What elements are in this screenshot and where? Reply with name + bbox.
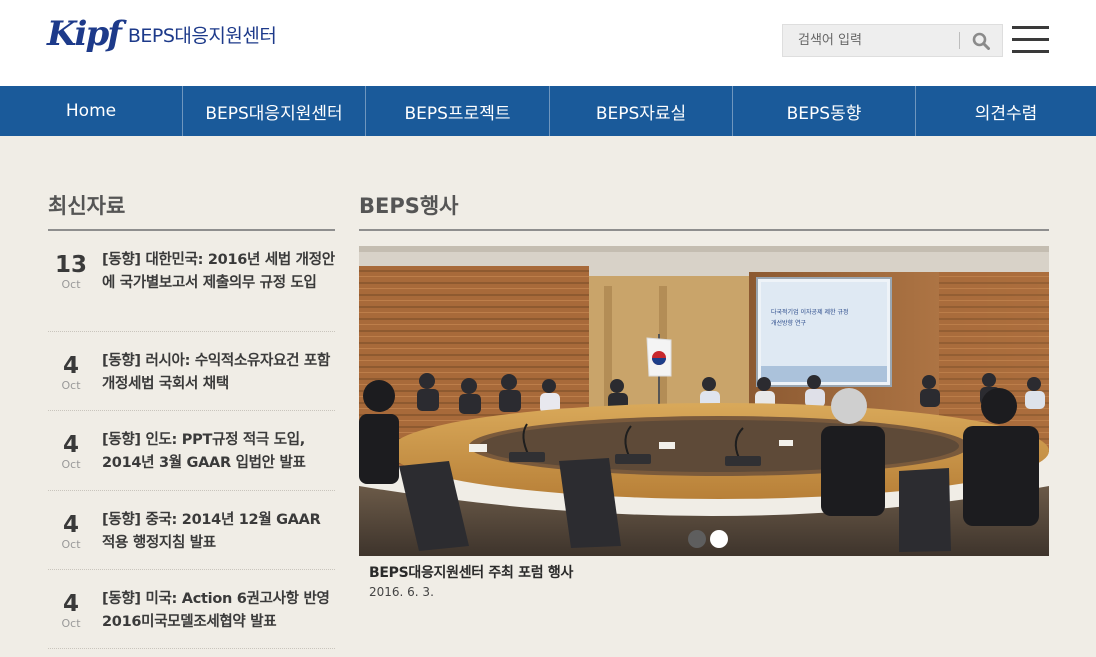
slide-dot-2-active[interactable]: [710, 530, 728, 548]
nav-item-home[interactable]: Home: [0, 86, 183, 136]
nav-item-beps-project[interactable]: BEPS프로젝트: [366, 86, 550, 136]
news-item[interactable]: 4 Oct [동향] 중국: 2014년 12월 GAAR 적용 행정지침 발표: [48, 491, 335, 570]
nav-item-beps-center[interactable]: BEPS대응지원센터: [183, 86, 366, 136]
news-title-link[interactable]: [동향] 미국: Action 6권고사항 반영 2016미국모델조세협약 발표: [102, 588, 335, 634]
news-day: 4: [62, 353, 79, 379]
kipf-logo-mark: Kipf: [47, 14, 122, 54]
site-header: Kipf BEPS대응지원센터: [0, 0, 1096, 86]
events-title-rule: [359, 229, 1049, 231]
news-date: 13 Oct: [48, 252, 94, 292]
event-caption-date: 2016. 6. 3.: [369, 585, 434, 599]
conference-room-photo: 다국적기업 이자공제 제한 규정 개선방향 연구: [359, 246, 1049, 556]
latest-news-list: 13 Oct [동향] 대한민국: 2016년 세법 개정안에 국가별보고서 제…: [48, 231, 335, 649]
news-date: 4 Oct: [48, 432, 94, 472]
news-title-link[interactable]: [동향] 인도: PPT규정 적극 도입, 2014년 3월 GAAR 입법안 …: [102, 429, 335, 475]
news-day: 4: [62, 512, 79, 538]
nav-item-beps-trends[interactable]: BEPS동향: [733, 86, 916, 136]
search-icon: [972, 32, 990, 50]
slide-dot-1[interactable]: [688, 530, 706, 548]
events-section-title: BEPS행사: [359, 194, 459, 218]
news-month: Oct: [61, 458, 81, 471]
screen-line-1: 다국적기업 이자공제 제한 규정: [771, 308, 848, 316]
news-month: Oct: [61, 617, 81, 630]
news-item[interactable]: 4 Oct [동향] 러시아: 수익적소유자요건 포함 개정세법 국회서 채택: [48, 332, 335, 411]
site-logo[interactable]: Kipf BEPS대응지원센터: [47, 14, 277, 54]
main-nav: Home BEPS대응지원센터 BEPS프로젝트 BEPS자료실 BEPS동향 …: [0, 86, 1096, 136]
nav-item-opinion[interactable]: 의견수렴: [916, 86, 1096, 136]
news-item[interactable]: 13 Oct [동향] 대한민국: 2016년 세법 개정안에 국가별보고서 제…: [48, 231, 335, 332]
search-box: [782, 24, 1003, 57]
news-title-link[interactable]: [동향] 중국: 2014년 12월 GAAR 적용 행정지침 발표: [102, 509, 335, 555]
news-date: 4 Oct: [48, 591, 94, 631]
news-month: Oct: [61, 538, 81, 551]
event-caption-title[interactable]: BEPS대응지원센터 주최 포럼 행사: [369, 562, 573, 582]
news-date: 4 Oct: [48, 353, 94, 393]
latest-section-title: 최신자료: [48, 194, 126, 218]
nav-item-beps-archive[interactable]: BEPS자료실: [550, 86, 733, 136]
news-title-link[interactable]: [동향] 러시아: 수익적소유자요건 포함 개정세법 국회서 채택: [102, 350, 335, 396]
news-month: Oct: [61, 278, 81, 291]
logo-text: BEPS대응지원센터: [127, 24, 277, 47]
news-day: 4: [62, 591, 79, 617]
screen-line-2: 개선방향 연구: [771, 319, 807, 327]
search-button[interactable]: [960, 25, 1002, 56]
news-item[interactable]: 4 Oct [동향] 인도: PPT규정 적극 도입, 2014년 3월 GAA…: [48, 411, 335, 491]
search-input[interactable]: [783, 25, 959, 56]
news-title-link[interactable]: [동향] 대한민국: 2016년 세법 개정안에 국가별보고서 제출의무 규정 …: [102, 249, 335, 295]
news-month: Oct: [61, 379, 81, 392]
news-item[interactable]: 4 Oct [동향] 미국: Action 6권고사항 반영 2016미국모델조…: [48, 570, 335, 649]
news-date: 4 Oct: [48, 512, 94, 552]
news-day: 13: [54, 252, 87, 278]
event-slide-photo[interactable]: 다국적기업 이자공제 제한 규정 개선방향 연구: [359, 246, 1049, 556]
menu-hamburger-icon[interactable]: [1012, 26, 1049, 53]
news-day: 4: [62, 432, 79, 458]
